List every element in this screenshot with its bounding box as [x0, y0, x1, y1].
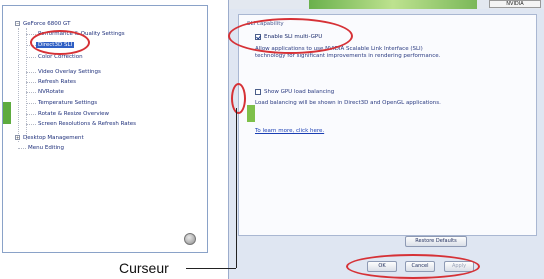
highlight-ellipse-buttons	[346, 254, 480, 279]
tree-item-temperature[interactable]: Temperature Settings	[38, 100, 97, 106]
header-banner: NVIDIA	[229, 0, 544, 9]
load-balance-checkbox-label[interactable]: Show GPU load balancing	[264, 89, 334, 95]
load-balance-description: Load balancing will be shown in Direct3D…	[255, 100, 441, 106]
banner-graphic	[309, 0, 477, 9]
highlight-ellipse-cursor	[231, 83, 246, 114]
callout-line	[186, 268, 236, 269]
tree-branch	[18, 148, 26, 149]
tree-item-rotate-resize[interactable]: Rotate & Resize Overview	[38, 111, 109, 117]
tree-item-screen-resolutions[interactable]: Screen Resolutions & Refresh Rates	[38, 121, 136, 127]
tree-root-gpu[interactable]: GeForce 6800 GT	[23, 21, 70, 27]
tree-branch	[26, 103, 36, 104]
load-balance-checkbox[interactable]	[255, 89, 261, 95]
learn-more-link[interactable]: To learn more, click here.	[255, 128, 324, 134]
tree-branch	[26, 124, 36, 125]
tree-item-desktop-management[interactable]: Desktop Management	[23, 135, 84, 141]
round-button-icon[interactable]	[184, 233, 196, 245]
tree-branch	[26, 57, 36, 58]
scroll-tab[interactable]	[3, 102, 11, 124]
highlight-ellipse-tree	[30, 30, 90, 55]
collapse-icon[interactable]: −	[15, 21, 20, 26]
tree-item-video-overlay[interactable]: Video Overlay Settings	[38, 69, 101, 75]
tree-branch	[26, 114, 36, 115]
callout-label-curseur: Curseur	[119, 260, 169, 276]
expand-icon[interactable]: +	[15, 135, 20, 140]
callout-line	[236, 108, 237, 268]
tree-guide-line	[18, 28, 19, 142]
tree-item-refresh-rates[interactable]: Refresh Rates	[38, 79, 76, 85]
brand-logo: NVIDIA	[489, 0, 541, 8]
restore-defaults-button[interactable]: Restore Defaults	[405, 236, 467, 247]
highlight-ellipse-checkbox	[228, 18, 353, 54]
tree-branch	[26, 82, 36, 83]
green-marker	[247, 105, 255, 122]
tree-branch	[26, 72, 36, 73]
tree-item-menu-editing[interactable]: Menu Editing	[28, 145, 64, 151]
tree-item-nvrotate[interactable]: NVRotate	[38, 89, 64, 95]
tree-branch	[26, 92, 36, 93]
